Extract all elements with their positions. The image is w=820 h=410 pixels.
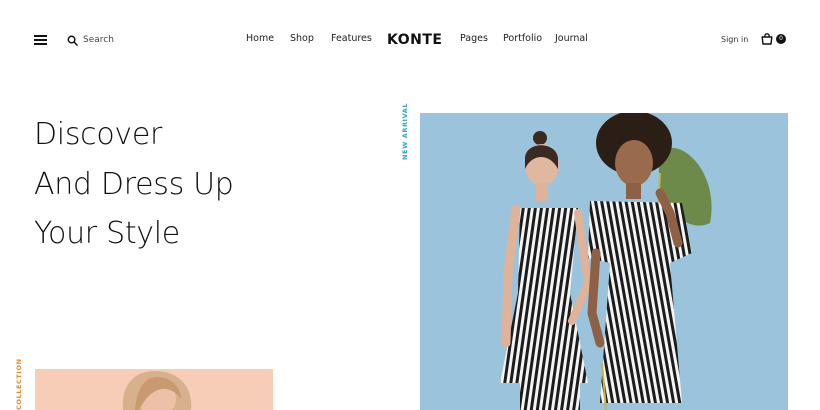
nav-item-home[interactable]: Home <box>246 33 274 44</box>
hero-image[interactable] <box>420 113 788 410</box>
collection-model-illustration <box>35 369 273 410</box>
hero-heading-line-1: Discover <box>34 117 163 152</box>
nav-item-journal[interactable]: Journal <box>555 33 588 44</box>
hero-models-illustration <box>420 113 788 410</box>
nav-item-shop[interactable]: Shop <box>290 33 314 44</box>
site-header: Search Home Shop Features Pages Portfoli… <box>0 0 820 80</box>
signin-link[interactable]: Sign in <box>721 35 748 44</box>
nav-item-pages[interactable]: Pages <box>460 33 488 44</box>
new-arrival-label: NEW ARRIVAL <box>401 102 409 160</box>
hero-heading-line-3: Your Style <box>34 216 180 251</box>
bag-icon <box>761 33 773 45</box>
site-logo[interactable]: KONTE <box>387 32 442 48</box>
collection-image[interactable] <box>35 369 273 410</box>
cart-count-badge: 0 <box>776 34 786 44</box>
cart-button[interactable]: 0 <box>761 33 786 45</box>
nav-item-portfolio[interactable]: Portfolio <box>503 33 542 44</box>
nav-item-features[interactable]: Features <box>331 33 372 44</box>
hero-heading-line-2: And Dress Up <box>34 167 234 202</box>
collection-label: COLLECTION <box>15 358 23 410</box>
